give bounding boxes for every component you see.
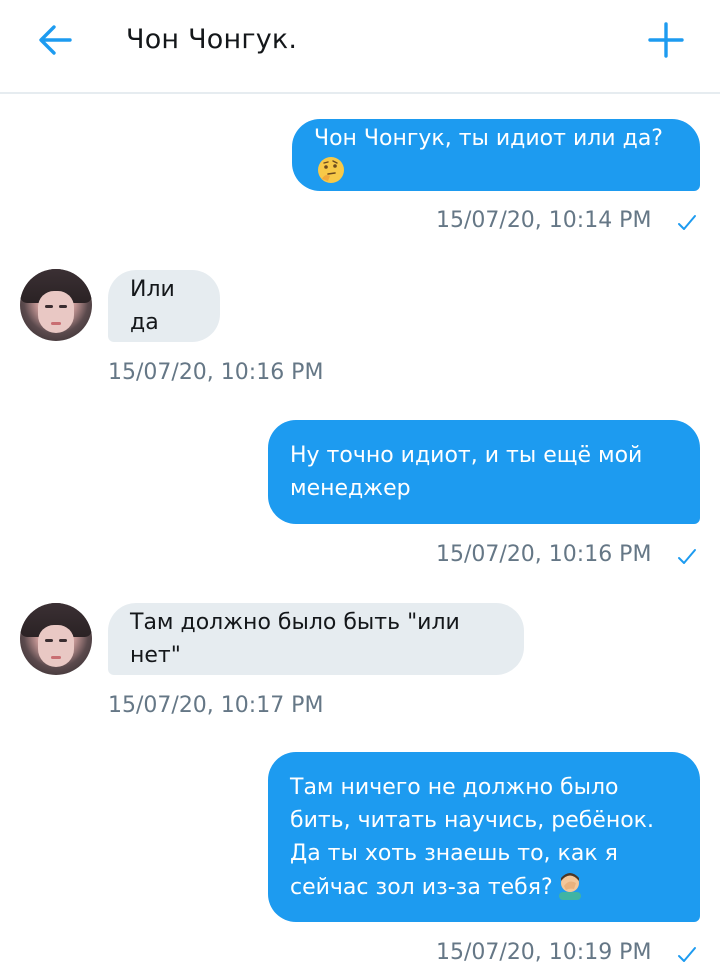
- message-timestamp: 15/07/20, 10:16 PM: [108, 360, 324, 385]
- thinking-face-emoji: [318, 156, 344, 183]
- chat-header: Чон Чонгук.: [0, 0, 720, 94]
- message-timestamp: 15/07/20, 10:16 PM: [436, 542, 652, 567]
- back-button[interactable]: [34, 20, 78, 60]
- read-check-icon: [678, 215, 696, 230]
- arrow-left-icon: [39, 25, 72, 55]
- plus-icon: [648, 22, 684, 58]
- read-check-icon: [678, 549, 696, 564]
- message-timestamp: 15/07/20, 10:17 PM: [108, 693, 324, 718]
- message-bubble-outgoing[interactable]: Чон Чонгук, ты идиот или да?: [292, 119, 700, 191]
- read-check-icon: [678, 947, 696, 962]
- conversation-title: Чон Чонгук.: [126, 24, 298, 55]
- message-text: Чон Чонгук, ты идиот или да?: [314, 122, 678, 189]
- message-text: Там должно было быть "или нет": [130, 610, 460, 668]
- message-text: Или да: [130, 277, 175, 335]
- message-text: Ну точно идиот, и ты ещё мой менеджер: [290, 443, 643, 501]
- message-bubble-incoming[interactable]: Там должно было быть "или нет": [108, 603, 524, 675]
- message-timestamp: 15/07/20, 10:14 PM: [436, 208, 652, 233]
- avatar[interactable]: [20, 269, 92, 341]
- message-bubble-outgoing[interactable]: Там ничего не должно было бить, читать н…: [268, 752, 700, 922]
- message-bubble-incoming[interactable]: Или да: [108, 270, 220, 342]
- message-bubble-outgoing[interactable]: Ну точно идиот, и ты ещё мой менеджер: [268, 420, 700, 524]
- message-text: Там ничего не должно было бить, читать н…: [290, 774, 654, 900]
- message-timestamp: 15/07/20, 10:19 PM: [436, 940, 652, 965]
- new-message-button[interactable]: [646, 20, 686, 60]
- facepalm-emoji: [558, 872, 581, 900]
- avatar[interactable]: [20, 603, 92, 675]
